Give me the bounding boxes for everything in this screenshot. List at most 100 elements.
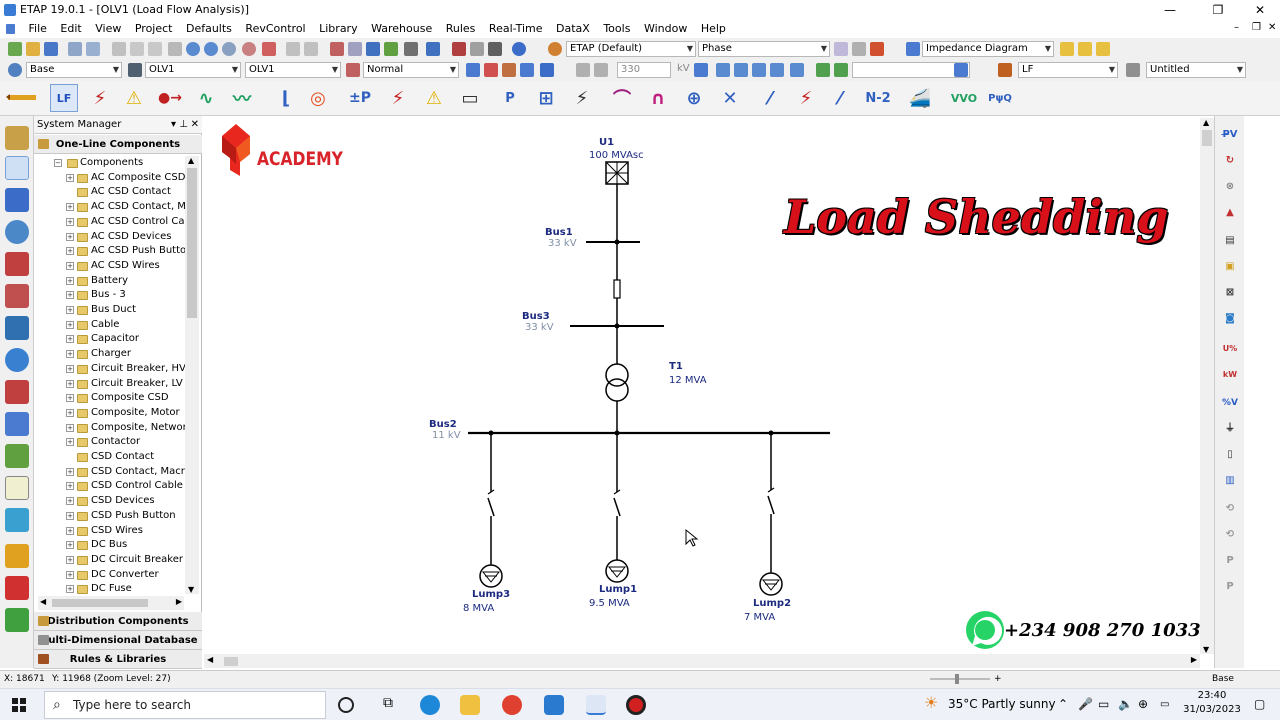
gis-map-icon[interactable] bbox=[5, 444, 29, 468]
find-icon[interactable] bbox=[488, 42, 502, 56]
harmonic-icon[interactable]: ∿ bbox=[192, 84, 220, 112]
expand-icon[interactable]: + bbox=[66, 335, 74, 344]
tree-item[interactable]: + Composite, Network bbox=[38, 421, 186, 436]
alert-view-icon[interactable]: ▣ bbox=[1221, 258, 1239, 276]
underground-raceway-icon[interactable] bbox=[5, 188, 29, 212]
expand-icon[interactable]: + bbox=[66, 541, 74, 550]
expand-icon[interactable]: + bbox=[66, 261, 74, 270]
switch-lump1[interactable] bbox=[613, 497, 621, 517]
cable-pulling-view-icon[interactable] bbox=[5, 316, 29, 340]
tree-item[interactable]: + AC CSD Wires bbox=[38, 259, 186, 274]
print-icon[interactable] bbox=[68, 42, 82, 56]
style-icon[interactable] bbox=[346, 63, 360, 77]
expand-icon[interactable]: + bbox=[66, 379, 74, 388]
zoom-plus-icon[interactable]: + bbox=[994, 671, 1002, 688]
protective-device-icon[interactable]: ⌊ bbox=[272, 84, 300, 112]
task-view-icon[interactable]: ⧉ bbox=[378, 695, 398, 715]
zoom-slider-thumb[interactable] bbox=[955, 674, 959, 684]
kv-input[interactable]: 330 bbox=[617, 62, 671, 78]
menu-project[interactable]: Project bbox=[130, 20, 178, 38]
expand-icon[interactable]: + bbox=[66, 232, 74, 241]
n-2-contingency-icon[interactable]: N-2 bbox=[864, 84, 892, 112]
expand-icon[interactable]: + bbox=[66, 173, 74, 182]
mail-icon[interactable] bbox=[544, 695, 564, 715]
base-select[interactable]: Base ▼ bbox=[26, 62, 122, 78]
bus-tool-icon[interactable] bbox=[716, 63, 730, 77]
cloud-icon[interactable] bbox=[540, 63, 554, 77]
menu-file[interactable]: File bbox=[24, 20, 52, 38]
mdi-minimize-button[interactable]: – bbox=[1234, 22, 1239, 33]
base-gear-icon[interactable] bbox=[8, 63, 22, 77]
blank-select[interactable]: ▼ bbox=[852, 62, 970, 78]
tree-item[interactable]: + DC Fuse bbox=[38, 582, 186, 594]
tree-item[interactable]: + DC Converter bbox=[38, 568, 186, 583]
run-all-icon[interactable] bbox=[834, 63, 848, 77]
tree-item[interactable]: + Charger bbox=[38, 347, 186, 362]
cut-icon[interactable] bbox=[112, 42, 126, 56]
tree-item[interactable]: + Capacitor bbox=[38, 332, 186, 347]
optimal-power-flow-icon[interactable]: ±P bbox=[346, 84, 374, 112]
ground-grid-icon[interactable]: ◎ bbox=[304, 84, 332, 112]
expand-icon[interactable]: + bbox=[66, 364, 74, 373]
clock-date[interactable]: 31/03/2023 bbox=[1180, 704, 1244, 715]
zoom-fit-icon[interactable] bbox=[222, 42, 236, 56]
expand-icon[interactable]: + bbox=[66, 320, 74, 329]
menu-view[interactable]: View bbox=[90, 20, 126, 38]
sequence-icon[interactable] bbox=[5, 476, 29, 500]
arc-flash-icon[interactable]: ⚠ bbox=[120, 84, 148, 112]
load-tool-icon[interactable] bbox=[770, 63, 784, 77]
switch-lump2[interactable] bbox=[767, 495, 775, 515]
tray-chevron-icon[interactable]: ⌃ bbox=[1058, 697, 1068, 711]
canvas-vertical-scrollbar[interactable]: ▲ ▼ bbox=[1200, 118, 1214, 654]
comment-icon[interactable] bbox=[1078, 42, 1092, 56]
tree-item[interactable]: + Bus Duct bbox=[38, 303, 186, 318]
switching-sequence-icon[interactable]: ✕ bbox=[716, 84, 744, 112]
fuse-symbol[interactable] bbox=[613, 279, 621, 299]
canvas-horizontal-scrollbar[interactable]: ◀ ▶ bbox=[204, 654, 1200, 668]
tree-item[interactable]: + Circuit Breaker, LV bbox=[38, 377, 186, 392]
vvo-icon[interactable]: VVO bbox=[950, 84, 978, 112]
menu-datax[interactable]: DataX bbox=[551, 20, 595, 38]
notification-icon[interactable]: ▢ bbox=[1254, 697, 1265, 711]
menu-window[interactable]: Window bbox=[639, 20, 692, 38]
open-icon[interactable] bbox=[26, 42, 40, 56]
project-view-icon[interactable] bbox=[5, 126, 29, 150]
study-select[interactable]: LF ▼ bbox=[1018, 62, 1118, 78]
section-one-line-components[interactable]: One-Line Components bbox=[34, 135, 202, 154]
report-manager-icon[interactable]: ▤ bbox=[1221, 232, 1239, 250]
compare-icon[interactable]: ⊠ bbox=[1221, 284, 1239, 302]
print-preview-icon[interactable] bbox=[86, 42, 100, 56]
refresh-icon[interactable]: ↻ bbox=[1221, 152, 1239, 170]
record-icon[interactable] bbox=[626, 695, 646, 715]
cable-view-icon[interactable] bbox=[5, 284, 29, 308]
tree-item[interactable]: + AC CSD Push Button bbox=[38, 244, 186, 259]
phase-select[interactable]: Phase ▼ bbox=[698, 41, 830, 57]
expand-icon[interactable]: + bbox=[66, 585, 74, 594]
table-icon[interactable] bbox=[366, 42, 380, 56]
percent-v-icon[interactable]: %V bbox=[1221, 394, 1239, 412]
breaker-icon[interactable]: ⁄ bbox=[756, 84, 784, 112]
contingency-icon[interactable]: ⊞ bbox=[532, 84, 560, 112]
menu-real-time[interactable]: Real-Time bbox=[484, 20, 548, 38]
cortana-icon[interactable] bbox=[338, 697, 354, 713]
expand-icon[interactable]: + bbox=[66, 511, 74, 520]
save-icon[interactable] bbox=[44, 42, 58, 56]
message-icon[interactable] bbox=[1096, 42, 1110, 56]
microphone-icon[interactable]: 🎤 bbox=[1078, 697, 1093, 711]
download-icon[interactable] bbox=[954, 63, 968, 77]
panel-view-icon[interactable] bbox=[5, 252, 29, 276]
expand-icon[interactable]: + bbox=[66, 408, 74, 417]
menu-defaults[interactable]: Defaults bbox=[181, 20, 237, 38]
mdi-close-button[interactable]: ✕ bbox=[1268, 22, 1276, 33]
presentation-icon[interactable] bbox=[128, 63, 142, 77]
tree-item[interactable]: + DC Circuit Breaker bbox=[38, 553, 186, 568]
link-icon[interactable] bbox=[426, 42, 440, 56]
cable-pulling-icon[interactable]: ⚡ bbox=[568, 84, 596, 112]
tree-item[interactable]: + CSD Devices bbox=[38, 494, 186, 509]
copy-icon[interactable] bbox=[130, 42, 144, 56]
tree-item[interactable]: + Cable bbox=[38, 318, 186, 333]
tree-item[interactable]: + Bus - 3 bbox=[38, 288, 186, 303]
language-icon[interactable]: ▭ bbox=[1160, 699, 1169, 710]
control-circuit-icon[interactable] bbox=[5, 380, 29, 404]
expand-icon[interactable]: + bbox=[66, 217, 74, 226]
